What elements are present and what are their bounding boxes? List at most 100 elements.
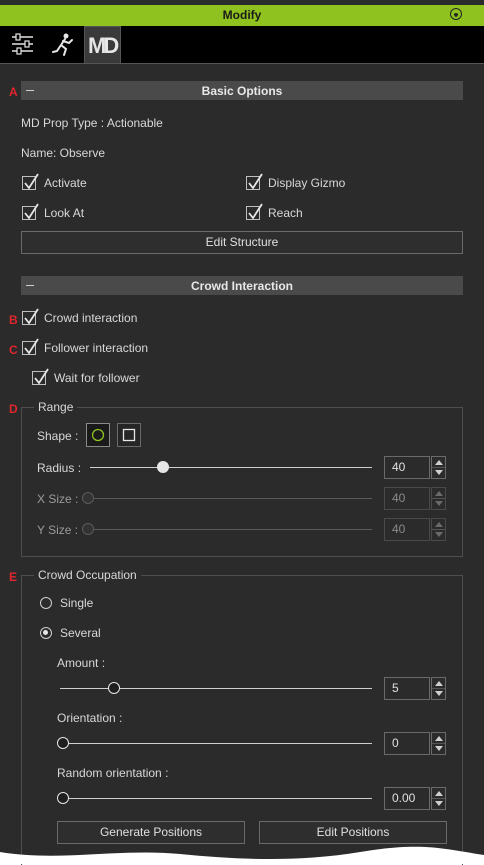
amount-stepper[interactable]: 5 xyxy=(384,677,447,700)
crowd-interaction-label: Crowd interaction xyxy=(44,311,138,325)
single-label: Single xyxy=(60,596,94,610)
radius-value[interactable]: 40 xyxy=(384,456,430,479)
activate-label: Activate xyxy=(44,176,87,190)
up-arrow-icon[interactable] xyxy=(435,491,443,496)
basic-options-header[interactable]: Basic Options xyxy=(21,81,463,100)
xsize-label: X Size : xyxy=(37,492,79,506)
ysize-spin-arrows[interactable] xyxy=(431,518,446,541)
amount-slider-thumb[interactable] xyxy=(108,682,120,694)
check-icon xyxy=(24,308,39,325)
several-label: Several xyxy=(60,626,101,640)
orientation-value[interactable]: 0 xyxy=(384,732,430,755)
activate-checkbox[interactable] xyxy=(22,173,39,190)
marker-c: C xyxy=(9,343,18,357)
check-icon xyxy=(24,203,39,220)
down-arrow-icon[interactable] xyxy=(435,691,443,696)
single-radio[interactable] xyxy=(40,597,52,609)
wait-follower-label: Wait for follower xyxy=(54,371,140,385)
up-arrow-icon[interactable] xyxy=(435,736,443,741)
xsize-spin-arrows[interactable] xyxy=(431,487,446,510)
amount-value[interactable]: 5 xyxy=(384,677,430,700)
ysize-label: Y Size : xyxy=(37,523,79,537)
basic-options-title: Basic Options xyxy=(201,84,283,98)
radius-label: Radius : xyxy=(37,461,82,475)
tab-motion[interactable] xyxy=(44,26,80,63)
check-icon xyxy=(24,173,39,190)
md-logo-icon: MD xyxy=(88,33,119,58)
down-arrow-icon[interactable] xyxy=(435,470,443,475)
crowd-interaction-checkbox[interactable] xyxy=(22,308,39,325)
check-icon xyxy=(24,338,39,355)
down-arrow-icon[interactable] xyxy=(435,532,443,537)
several-radio[interactable] xyxy=(40,627,52,639)
md-logo-text: MD xyxy=(88,33,118,58)
up-arrow-icon[interactable] xyxy=(435,791,443,796)
square-icon xyxy=(122,428,136,442)
square-shape-button[interactable] xyxy=(117,423,141,447)
xsize-stepper[interactable]: 40 xyxy=(384,487,447,510)
random-orientation-value[interactable]: 0.00 xyxy=(384,787,430,810)
motion-figure-icon xyxy=(52,33,73,56)
orientation-label: Orientation : xyxy=(57,711,123,725)
orientation-slider-thumb[interactable] xyxy=(57,737,69,749)
generate-positions-button[interactable]: Generate Positions xyxy=(57,821,245,844)
ysize-stepper[interactable]: 40 xyxy=(384,518,447,541)
name-text: Name: Observe xyxy=(21,146,106,160)
check-icon xyxy=(34,368,49,385)
tab-bar: MD xyxy=(0,26,484,63)
crowd-interaction-header[interactable]: Crowd Interaction xyxy=(21,276,463,295)
modify-panel: Modify MD A Basic Options MD Prop Type:… xyxy=(0,0,484,865)
orientation-slider-track[interactable] xyxy=(60,743,372,744)
range-title: Range xyxy=(34,400,78,414)
sliders-icon xyxy=(12,33,33,55)
xsize-value[interactable]: 40 xyxy=(384,487,430,510)
ysize-slider-track[interactable] xyxy=(90,529,372,530)
edit-positions-button[interactable]: Edit Positions xyxy=(259,821,447,844)
prop-type-text: MD Prop Type : Actionable xyxy=(21,116,163,130)
radius-slider-thumb[interactable] xyxy=(157,461,169,473)
radius-slider-track[interactable] xyxy=(90,467,372,468)
random-orientation-stepper[interactable]: 0.00 xyxy=(384,787,447,810)
reach-checkbox[interactable] xyxy=(246,203,263,220)
orientation-stepper[interactable]: 0 xyxy=(384,732,447,755)
lookat-checkbox[interactable] xyxy=(22,203,39,220)
marker-e: E xyxy=(9,570,18,584)
tab-divider xyxy=(0,63,484,64)
up-arrow-icon[interactable] xyxy=(435,460,443,465)
marker-a: A xyxy=(9,85,18,99)
close-icon[interactable] xyxy=(450,8,462,20)
down-arrow-icon[interactable] xyxy=(435,801,443,806)
radio-selected-dot xyxy=(43,630,48,635)
xsize-slider-thumb[interactable] xyxy=(82,492,94,504)
tab-settings[interactable] xyxy=(4,26,40,63)
ysize-slider-thumb[interactable] xyxy=(82,523,94,535)
orientation-spin-arrows[interactable] xyxy=(431,732,446,755)
edit-structure-button[interactable]: Edit Structure xyxy=(21,231,463,254)
circle-shape-button[interactable] xyxy=(86,423,110,447)
amount-slider-track[interactable] xyxy=(60,688,372,689)
up-arrow-icon[interactable] xyxy=(435,681,443,686)
random-orientation-spin-arrows[interactable] xyxy=(431,787,446,810)
marker-d: D xyxy=(9,402,18,416)
wait-follower-checkbox[interactable] xyxy=(32,368,49,385)
random-orientation-label: Random orientation : xyxy=(57,766,169,780)
follower-interaction-checkbox[interactable] xyxy=(22,338,39,355)
follower-interaction-label: Follower interaction xyxy=(44,341,149,355)
display-gizmo-checkbox[interactable] xyxy=(246,173,263,190)
random-orientation-slider-track[interactable] xyxy=(60,798,372,799)
window-title: Modify xyxy=(222,8,262,22)
radius-stepper[interactable]: 40 xyxy=(384,456,447,479)
random-orientation-slider-thumb[interactable] xyxy=(57,792,69,804)
down-arrow-icon[interactable] xyxy=(435,746,443,751)
shape-label: Shape : xyxy=(37,429,79,443)
down-arrow-icon[interactable] xyxy=(435,501,443,506)
tab-md[interactable]: MD xyxy=(84,26,121,63)
xsize-slider-track[interactable] xyxy=(90,498,372,499)
radius-spin-arrows[interactable] xyxy=(431,456,446,479)
ysize-value[interactable]: 40 xyxy=(384,518,430,541)
check-icon xyxy=(248,173,263,190)
torn-edge xyxy=(0,846,484,864)
amount-spin-arrows[interactable] xyxy=(431,677,446,700)
reach-label: Reach xyxy=(268,206,303,220)
up-arrow-icon[interactable] xyxy=(435,522,443,527)
